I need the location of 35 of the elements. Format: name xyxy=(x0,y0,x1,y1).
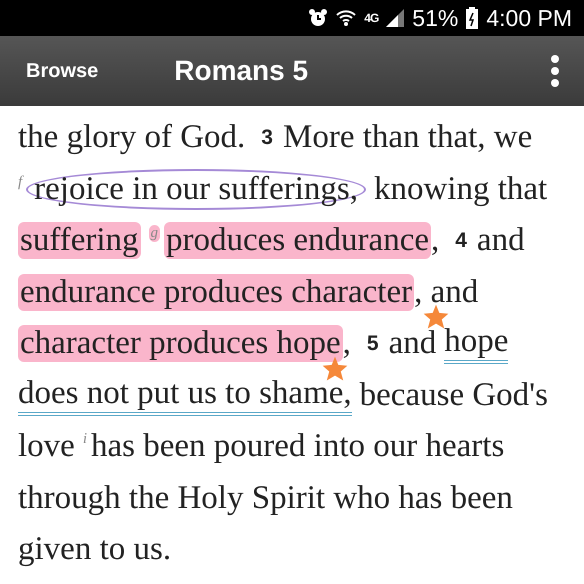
passage-text: and xyxy=(476,222,525,260)
circled-text: rejoice in our sufferings, xyxy=(26,168,366,210)
chapter-title: Romans 5 xyxy=(174,55,310,87)
passage-text: has been poured into our hearts xyxy=(91,428,504,466)
battery-percent: 51% xyxy=(412,4,458,32)
clock-time: 4:00 PM xyxy=(486,4,572,32)
footnote-mark[interactable]: g xyxy=(148,225,160,242)
passage-text: the glory of God. xyxy=(18,119,246,156)
passage-text: given to us. xyxy=(18,531,172,568)
passage-text: , and xyxy=(414,274,478,311)
passage-text: knowing that xyxy=(374,170,548,208)
signal-icon xyxy=(386,9,404,27)
highlighted-text: suffering xyxy=(18,222,141,260)
highlighted-text: character produces hope xyxy=(18,325,343,362)
passage-text: , xyxy=(342,325,351,362)
highlighted-text: produces endurance xyxy=(164,222,431,260)
passage-text: because God's xyxy=(360,376,548,414)
underlined-text: , xyxy=(343,374,352,416)
browse-button[interactable]: Browse xyxy=(14,54,110,88)
verse-number: 5 xyxy=(366,332,379,356)
footnote-mark[interactable]: f xyxy=(18,174,22,190)
passage-text: love xyxy=(18,428,75,466)
underlined-text: hope xyxy=(444,323,508,364)
passage-text: , xyxy=(430,222,440,260)
wifi-icon xyxy=(336,9,356,27)
verse-number: 4 xyxy=(455,228,467,253)
alarm-icon xyxy=(308,8,328,28)
passage-text: More than that, we xyxy=(282,119,532,156)
highlighted-text: endurance produces character xyxy=(18,274,414,311)
network-label: 4G xyxy=(364,11,378,25)
battery-icon xyxy=(466,7,478,29)
passage-text: and xyxy=(388,325,436,362)
passage-text: through the Holy Spirit who has been xyxy=(18,480,513,517)
footnote-mark[interactable]: i xyxy=(82,431,87,448)
verse-number: 3 xyxy=(261,126,273,150)
